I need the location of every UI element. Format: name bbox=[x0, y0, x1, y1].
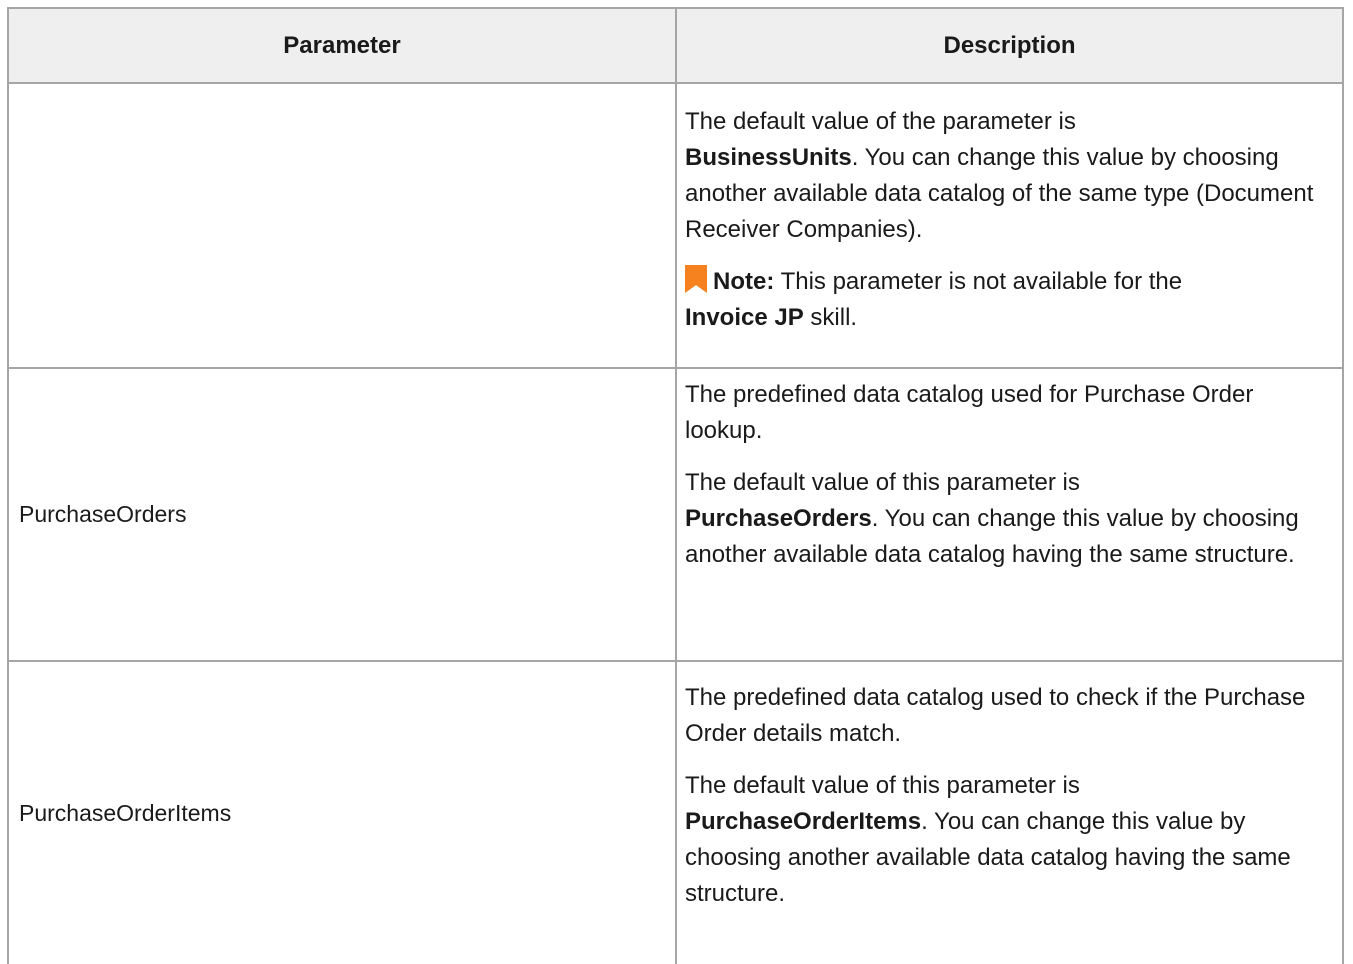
row-3-parameter: PurchaseOrderItems bbox=[9, 662, 675, 964]
row-1-note: Note: This parameter is not available fo… bbox=[685, 264, 1334, 336]
header-parameter-label: Parameter bbox=[283, 31, 401, 59]
header-description-label: Description bbox=[943, 31, 1076, 59]
parameters-table: Parameter Description The default value … bbox=[0, 0, 1353, 964]
row-2-parameter-label: PurchaseOrders bbox=[19, 501, 187, 527]
row-1-desc-paragraph: The default value of the parameter is Bus… bbox=[685, 108, 1314, 243]
row-2-desc-paragraph-1: The predefined data catalog used for Pur… bbox=[685, 381, 1254, 444]
skill-name-invoice-jp: Invoice JP bbox=[685, 304, 804, 331]
row-3-description: The predefined data catalog used to chec… bbox=[677, 662, 1342, 964]
row-1-divider bbox=[7, 367, 1344, 369]
row-3-desc-paragraph-1: The predefined data catalog used to chec… bbox=[685, 684, 1306, 747]
row-2-description: The predefined data catalog used for Pur… bbox=[677, 369, 1342, 660]
header-divider bbox=[7, 82, 1344, 84]
default-value-businessunits: BusinessUnits bbox=[685, 144, 852, 171]
table-border-top bbox=[7, 7, 1344, 9]
row-1-description: The default value of the parameter is Bus… bbox=[677, 84, 1342, 367]
table-column-divider bbox=[675, 7, 677, 964]
row-2-parameter: PurchaseOrders bbox=[9, 369, 675, 660]
note-label: Note: bbox=[713, 268, 775, 295]
header-description: Description bbox=[677, 9, 1342, 82]
default-value-purchaseorders: PurchaseOrders bbox=[685, 505, 872, 532]
row-3-desc-paragraph-2: The default value of this parameter is Pu… bbox=[685, 772, 1291, 907]
row-2-divider bbox=[7, 660, 1344, 662]
table-border-left bbox=[7, 7, 9, 964]
row-2-desc-paragraph-2: The default value of this parameter is Pu… bbox=[685, 469, 1299, 568]
bookmark-icon bbox=[685, 265, 707, 293]
header-parameter: Parameter bbox=[9, 9, 675, 82]
default-value-purchaseorderitems: PurchaseOrderItems bbox=[685, 808, 922, 835]
row-1-parameter bbox=[9, 84, 675, 367]
table-border-right bbox=[1342, 7, 1344, 964]
row-3-parameter-label: PurchaseOrderItems bbox=[19, 799, 232, 826]
